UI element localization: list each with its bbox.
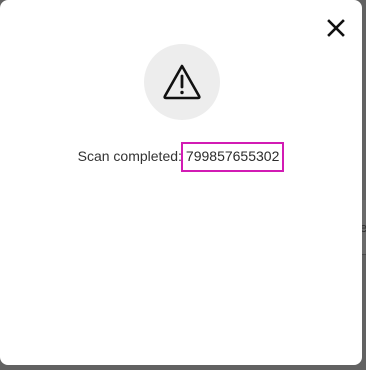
scan-code-highlight: 799857655302 [180, 142, 285, 172]
close-icon[interactable] [327, 19, 345, 37]
warning-triangle-icon [163, 64, 201, 100]
scan-result-dialog: Scan completed: 799857655302 [0, 0, 362, 365]
scan-code-value: 799857655302 [185, 148, 280, 164]
scan-message: Scan completed: 799857655302 [0, 142, 362, 172]
warning-icon-container [144, 44, 220, 120]
close-button[interactable] [322, 14, 350, 42]
scan-message-label: Scan completed: [77, 148, 182, 164]
